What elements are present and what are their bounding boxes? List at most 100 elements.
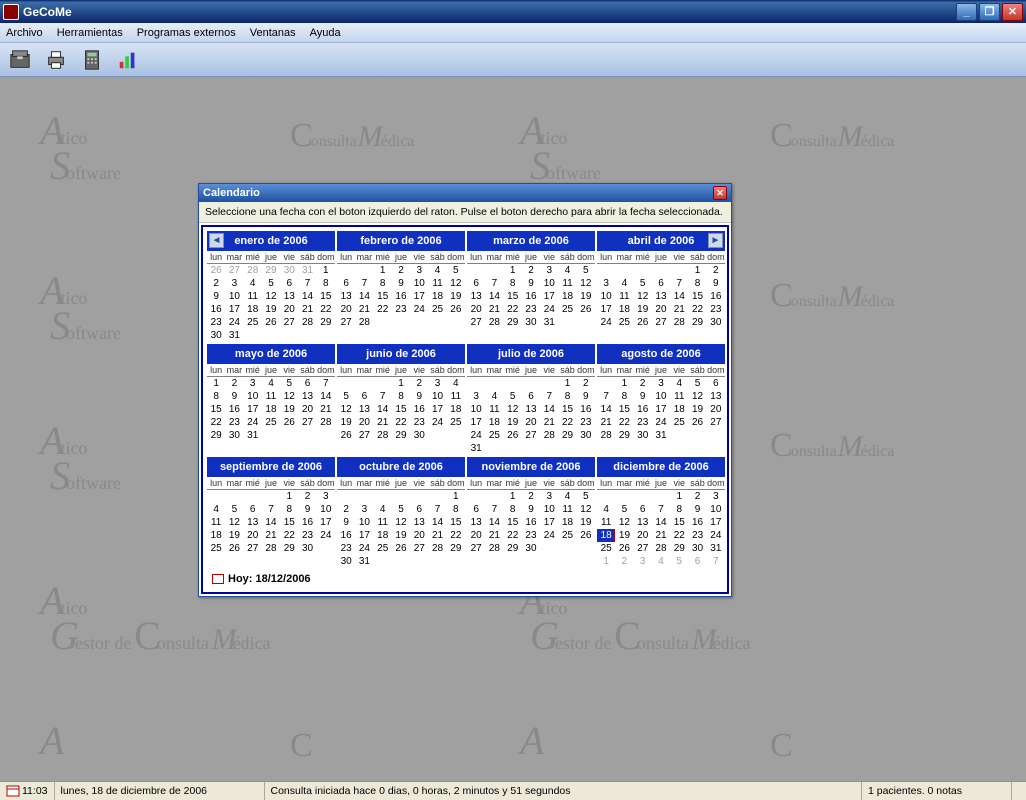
calendar-day[interactable]: 6 xyxy=(298,377,316,390)
calendar-day[interactable]: 4 xyxy=(670,377,688,390)
calendar-day[interactable]: 11 xyxy=(485,403,503,416)
calendar-day[interactable]: 16 xyxy=(225,403,243,416)
calendar-day[interactable]: 14 xyxy=(355,290,373,303)
calendar-day[interactable]: 29 xyxy=(280,542,298,555)
calendar-day[interactable]: 21 xyxy=(597,416,615,429)
calendar-day[interactable]: 1 xyxy=(280,490,298,503)
month-header[interactable]: septiembre de 2006 xyxy=(207,457,335,477)
calendar-day[interactable]: 11 xyxy=(597,516,615,529)
calendar-day[interactable]: 17 xyxy=(540,290,558,303)
calendar-day[interactable]: 29 xyxy=(670,542,688,555)
calendar-day[interactable]: 3 xyxy=(540,264,558,277)
menu-ayuda[interactable]: Ayuda xyxy=(310,27,341,39)
calendar-day[interactable]: 15 xyxy=(504,516,522,529)
calendar-day[interactable]: 1 xyxy=(558,377,576,390)
calendar-day[interactable]: 7 xyxy=(670,277,688,290)
calendar-day[interactable]: 6 xyxy=(467,277,485,290)
calendar-day[interactable]: 10 xyxy=(428,390,446,403)
calendar-day[interactable]: 15 xyxy=(392,403,410,416)
calendar-day[interactable]: 9 xyxy=(522,277,540,290)
calendar-day[interactable]: 25 xyxy=(597,542,615,555)
dialog-close-button[interactable]: ✕ xyxy=(713,186,727,200)
calendar-day[interactable]: 8 xyxy=(504,277,522,290)
calendar-day[interactable]: 17 xyxy=(540,516,558,529)
calendar-day[interactable]: 15 xyxy=(280,516,298,529)
calendar-day[interactable]: 13 xyxy=(634,516,652,529)
calendar-day[interactable]: 4 xyxy=(374,503,392,516)
calendar-day[interactable]: 16 xyxy=(707,290,725,303)
calendar-day[interactable]: 23 xyxy=(392,303,410,316)
calendar-day[interactable]: 17 xyxy=(707,516,725,529)
calendar-day[interactable]: 6 xyxy=(522,390,540,403)
calendar-day[interactable]: 20 xyxy=(337,303,355,316)
calendar-day[interactable]: 18 xyxy=(244,303,262,316)
calendar-day[interactable]: 13 xyxy=(337,290,355,303)
calendar-day[interactable]: 13 xyxy=(467,290,485,303)
calendar-day[interactable]: 30 xyxy=(577,429,595,442)
toolbar-calculator-icon[interactable] xyxy=(78,47,106,73)
calendar-day[interactable]: 10 xyxy=(707,503,725,516)
calendar-day[interactable]: 6 xyxy=(688,555,706,568)
calendar-day[interactable]: 4 xyxy=(262,377,280,390)
calendar-day[interactable]: 19 xyxy=(504,416,522,429)
calendar-day[interactable]: 14 xyxy=(540,403,558,416)
calendar-day[interactable]: 6 xyxy=(337,277,355,290)
calendar-day[interactable]: 31 xyxy=(540,316,558,329)
calendar-day[interactable]: 3 xyxy=(428,377,446,390)
calendar-day[interactable]: 11 xyxy=(374,516,392,529)
calendar-day[interactable]: 17 xyxy=(652,403,670,416)
calendar-day[interactable]: 27 xyxy=(522,429,540,442)
calendar-day[interactable]: 9 xyxy=(688,503,706,516)
calendar-day[interactable]: 24 xyxy=(428,416,446,429)
calendar-day[interactable]: 23 xyxy=(207,316,225,329)
minimize-button[interactable]: _ xyxy=(956,3,977,21)
calendar-day[interactable]: 22 xyxy=(280,529,298,542)
calendar-day[interactable]: 22 xyxy=(688,303,706,316)
calendar-day[interactable]: 12 xyxy=(615,516,633,529)
calendar-day[interactable]: 23 xyxy=(410,416,428,429)
calendar-day[interactable]: 5 xyxy=(280,377,298,390)
calendar-day[interactable]: 1 xyxy=(392,377,410,390)
calendar-day[interactable]: 28 xyxy=(262,542,280,555)
calendar-day[interactable]: 8 xyxy=(504,503,522,516)
calendar-day[interactable]: 20 xyxy=(298,403,316,416)
calendar-day[interactable]: 13 xyxy=(298,390,316,403)
calendar-day[interactable]: 12 xyxy=(504,403,522,416)
calendar-day[interactable]: 24 xyxy=(467,429,485,442)
calendar-day[interactable]: 19 xyxy=(615,529,633,542)
calendar-day[interactable]: 5 xyxy=(447,264,465,277)
month-header[interactable]: noviembre de 2006 xyxy=(467,457,595,477)
calendar-day[interactable]: 24 xyxy=(707,529,725,542)
calendar-day[interactable]: 21 xyxy=(428,529,446,542)
calendar-day[interactable]: 21 xyxy=(540,416,558,429)
calendar-day[interactable]: 30 xyxy=(688,542,706,555)
calendar-day[interactable]: 24 xyxy=(225,316,243,329)
calendar-day[interactable]: 21 xyxy=(317,403,335,416)
calendar-day[interactable]: 14 xyxy=(485,516,503,529)
calendar-day[interactable]: 1 xyxy=(374,264,392,277)
calendar-day[interactable]: 20 xyxy=(652,303,670,316)
calendar-day[interactable]: 2 xyxy=(522,264,540,277)
month-header[interactable]: marzo de 2006 xyxy=(467,231,595,251)
calendar-day[interactable]: 2 xyxy=(392,264,410,277)
calendar-day[interactable]: 24 xyxy=(597,316,615,329)
calendar-day[interactable]: 29 xyxy=(558,429,576,442)
calendar-day[interactable]: 25 xyxy=(558,303,576,316)
calendar-day[interactable]: 22 xyxy=(392,416,410,429)
calendar-day[interactable]: 30 xyxy=(522,542,540,555)
calendar-day[interactable]: 12 xyxy=(688,390,706,403)
calendar-day[interactable]: 18 xyxy=(428,290,446,303)
calendar-day[interactable]: 19 xyxy=(337,416,355,429)
toolbar-printer-icon[interactable] xyxy=(42,47,70,73)
calendar-day[interactable]: 5 xyxy=(615,503,633,516)
calendar-day[interactable]: 1 xyxy=(317,264,335,277)
month-header[interactable]: junio de 2006 xyxy=(337,344,465,364)
month-header[interactable]: febrero de 2006 xyxy=(337,231,465,251)
calendar-day[interactable]: 27 xyxy=(280,316,298,329)
dialog-titlebar[interactable]: Calendario ✕ xyxy=(199,184,731,202)
calendar-day[interactable]: 19 xyxy=(392,529,410,542)
calendar-day[interactable]: 1 xyxy=(688,264,706,277)
calendar-day[interactable]: 17 xyxy=(225,303,243,316)
calendar-day[interactable]: 25 xyxy=(244,316,262,329)
calendar-day[interactable]: 16 xyxy=(522,290,540,303)
